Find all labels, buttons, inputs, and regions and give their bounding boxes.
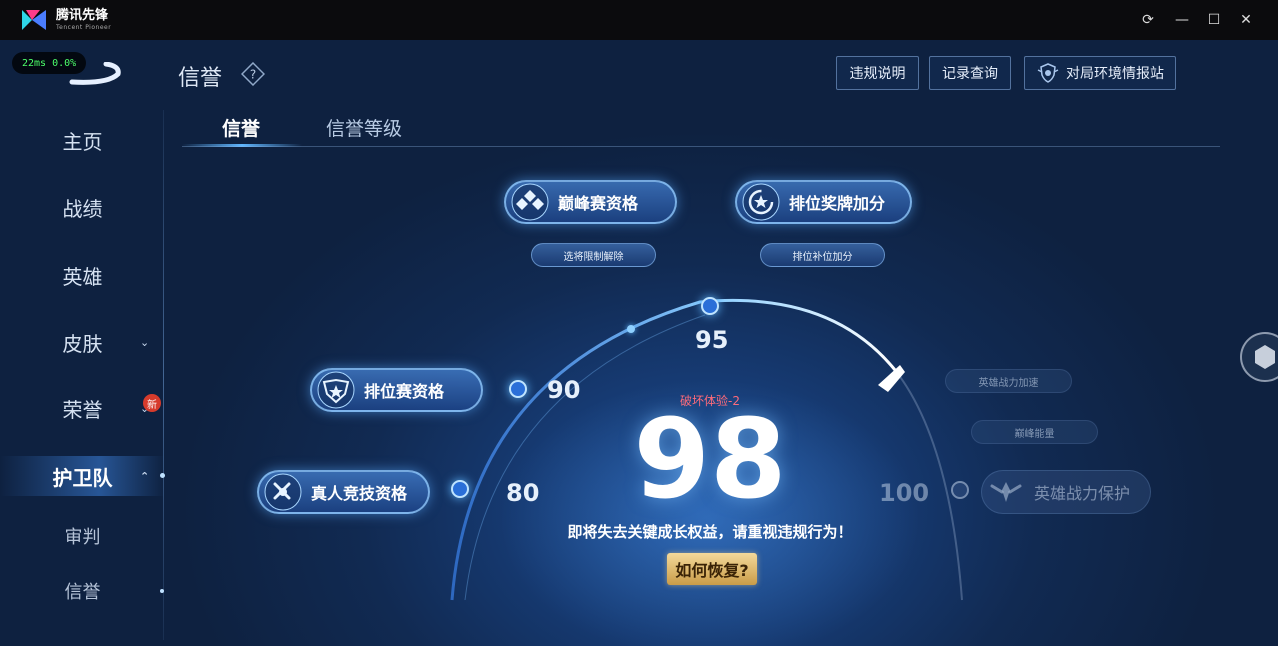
sword-badge-icon [264, 473, 302, 511]
pill-label: 排位奖牌加分 [789, 194, 886, 213]
hero-power-protection[interactable]: 英雄战力保护 [981, 470, 1151, 514]
chevron-down-icon: ⌄ [140, 335, 150, 349]
title-bar: 腾讯先锋 Tencent Pioneer ⟳ — ☐ ✕ [0, 0, 1278, 40]
pill-label: 排位赛资格 [364, 382, 445, 401]
button-label: 对局环境情报站 [1066, 66, 1164, 82]
shield-wings-icon [1037, 63, 1059, 83]
warning-message: 即将失去关键成长权益，请重视违规行为！ [567, 523, 853, 541]
button-label: 违规说明 [849, 66, 906, 82]
ranked-match-qualification[interactable]: 排位赛资格 [310, 368, 483, 412]
ping-value: 22ms [22, 57, 47, 69]
tick-label-80: 80 [506, 479, 540, 507]
tick-label-100: 100 [879, 479, 930, 507]
how-to-recover-button[interactable]: 如何恢复? [667, 553, 757, 585]
app-name: 腾讯先锋 [56, 8, 109, 23]
record-query-button[interactable]: 记录查询 [929, 56, 1011, 90]
sidebar-item-label: 战绩 [62, 196, 103, 221]
selected-dot [160, 589, 164, 593]
hero-pick-unlock-tag[interactable]: 选将限制解除 [531, 243, 656, 267]
sidebar-item-label: 主页 [62, 129, 103, 154]
sidebar-item-skins[interactable]: 皮肤 ⌄ [0, 322, 165, 362]
help-icon[interactable]: ? [241, 62, 265, 86]
sidebar-item-label: 荣誉 [62, 397, 103, 422]
sidebar-item-judge[interactable]: 审判 [0, 516, 165, 556]
sidebar-item-label: 护卫队 [52, 465, 113, 490]
pill-label: 真人竞技资格 [311, 484, 408, 503]
violation-info-button[interactable]: 违规说明 [836, 56, 919, 90]
button-label: 记录查询 [942, 66, 998, 82]
page-title: 信誉 [178, 66, 223, 91]
tick-node-90 [509, 380, 527, 398]
hexagon-icon [1255, 345, 1275, 369]
sidebar-item-credit[interactable]: 信誉 [0, 571, 165, 611]
sidebar-item-label: 审判 [64, 527, 101, 548]
rank-shield-icon [317, 371, 355, 409]
active-dot [160, 473, 165, 478]
minimize-button[interactable]: — [1172, 10, 1192, 30]
tab-divider [182, 146, 1220, 147]
sidebar-item-label: 信誉 [64, 582, 101, 603]
star-medal-icon [742, 183, 780, 221]
sidebar-item-guard[interactable]: 护卫队 ⌃ [0, 456, 165, 496]
pill-label: 巅峰赛资格 [558, 194, 639, 213]
peak-match-qualification[interactable]: 巅峰赛资格 [504, 180, 677, 224]
tab-credit-level[interactable]: 信誉等级 [326, 114, 402, 141]
peak-energy-tag[interactable]: 巅峰能量 [971, 420, 1098, 444]
tab-credit[interactable]: 信誉 [222, 114, 260, 141]
side-drawer-handle[interactable] [1240, 332, 1278, 382]
app-subtitle: Tencent Pioneer [56, 24, 112, 31]
tick-label-95: 95 [695, 326, 729, 354]
human-match-qualification[interactable]: 真人竞技资格 [257, 470, 430, 514]
tick-node-100 [951, 481, 969, 499]
close-button[interactable]: ✕ [1236, 10, 1256, 30]
help-glyph: ? [250, 68, 256, 82]
game-view: 22ms 0.0% 主页 战绩 英雄 皮肤 ⌄ 荣誉 ⌄ 新 护卫队 ⌃ [0, 40, 1278, 646]
maximize-button[interactable]: ☐ [1204, 10, 1224, 30]
winged-emblem-icon [990, 482, 1022, 502]
pill-label: 英雄战力保护 [1034, 484, 1131, 503]
sidebar-item-home[interactable]: 主页 [0, 120, 165, 160]
sidebar: 主页 战绩 英雄 皮肤 ⌄ 荣誉 ⌄ 新 护卫队 ⌃ 审判 信誉 [0, 100, 165, 646]
tick-node-80 [451, 480, 469, 498]
rank-fill-bonus-tag[interactable]: 排位补位加分 [760, 243, 885, 267]
sidebar-item-honor[interactable]: 荣誉 ⌄ 新 [0, 388, 165, 428]
tencent-pioneer-logo-icon [22, 10, 46, 30]
chevron-up-icon: ⌃ [140, 469, 150, 483]
tick-label-90: 90 [547, 376, 581, 404]
sidebar-item-label: 英雄 [62, 264, 103, 289]
environment-report-button[interactable]: 对局环境情报站 [1024, 56, 1176, 90]
tick-node-95 [701, 297, 719, 315]
rank-medal-bonus[interactable]: 排位奖牌加分 [735, 180, 912, 224]
credit-gauge-arc [450, 298, 963, 601]
sidebar-item-label: 皮肤 [62, 331, 103, 356]
network-overlay: 22ms 0.0% [12, 52, 87, 74]
peak-diamond-icon [511, 183, 549, 221]
new-badge: 新 [143, 394, 161, 412]
tick-node-minor [627, 325, 635, 333]
refresh-button[interactable]: ⟳ [1138, 10, 1158, 30]
credit-score: 98 [633, 395, 787, 523]
sidebar-item-heroes[interactable]: 英雄 [0, 255, 165, 295]
packet-loss-value: 0.0% [52, 57, 77, 69]
sidebar-item-record[interactable]: 战绩 [0, 187, 165, 227]
hero-power-boost-tag[interactable]: 英雄战力加速 [945, 369, 1072, 393]
